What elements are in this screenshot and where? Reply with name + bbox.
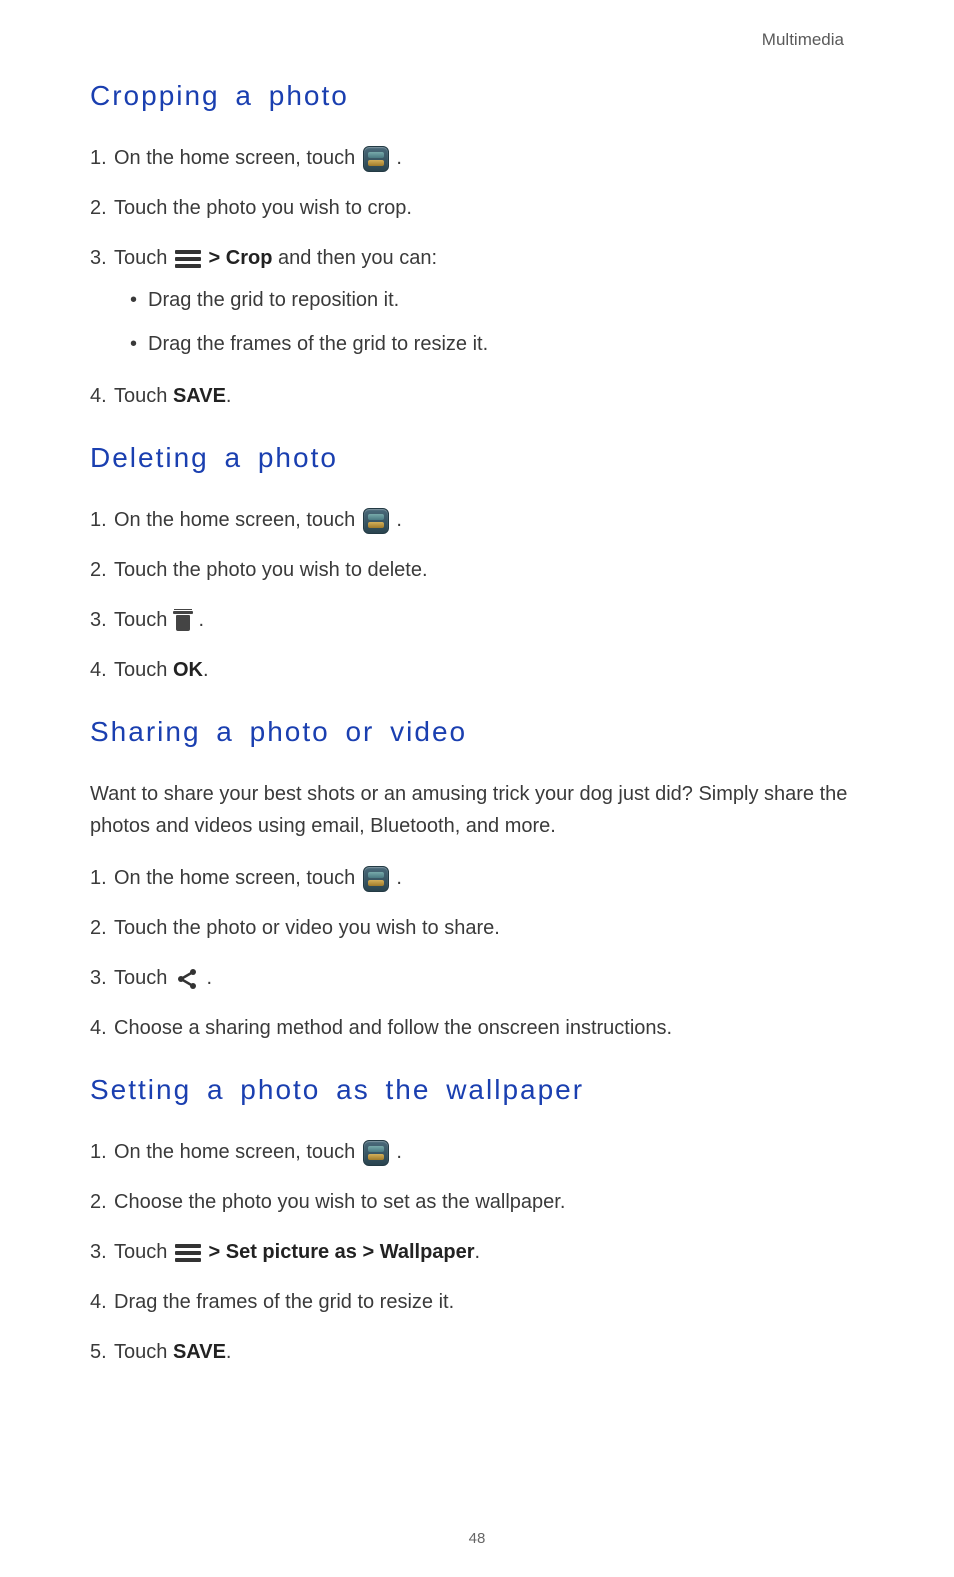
step-item: Drag the frames of the grid to resize it…	[90, 1286, 864, 1318]
step-text-pre: Touch	[114, 659, 173, 681]
step-text-pre: On the home screen, touch	[114, 1141, 361, 1163]
step-item: Touch SAVE.	[90, 380, 864, 412]
steps-cropping: On the home screen, touch . Touch the ph…	[90, 142, 864, 412]
step-item: Touch .	[90, 604, 864, 636]
step-text: Touch the photo you wish to delete.	[114, 559, 428, 581]
sub-list: Drag the grid to reposition it. Drag the…	[130, 282, 864, 362]
step-bold: SAVE	[173, 385, 226, 407]
step-item: Touch .	[90, 962, 864, 994]
step-text-pre: Touch	[114, 247, 173, 269]
section-heading-deleting: Deleting a photo	[90, 442, 864, 474]
step-bold-prefix: >	[209, 247, 226, 269]
step-text-pre: On the home screen, touch	[114, 867, 361, 889]
steps-wallpaper: On the home screen, touch . Choose the p…	[90, 1136, 864, 1368]
page-category-header: Multimedia	[90, 30, 864, 50]
step-item: Choose a sharing method and follow the o…	[90, 1012, 864, 1044]
step-text-post: .	[396, 147, 402, 169]
step-text: Choose the photo you wish to set as the …	[114, 1191, 565, 1213]
step-text-pre: On the home screen, touch	[114, 509, 361, 531]
gallery-app-icon	[363, 508, 389, 534]
step-text-post: .	[207, 967, 213, 989]
trash-icon	[175, 611, 191, 631]
step-bold: Crop	[226, 247, 273, 269]
section-heading-cropping: Cropping a photo	[90, 80, 864, 112]
step-text-post: .	[475, 1241, 481, 1263]
step-text-post: .	[396, 1141, 402, 1163]
section-heading-wallpaper: Setting a photo as the wallpaper	[90, 1074, 864, 1106]
step-text: Choose a sharing method and follow the o…	[114, 1017, 672, 1039]
step-text-pre: Touch	[114, 967, 173, 989]
step-text-post: .	[199, 609, 205, 631]
menu-icon	[175, 1244, 201, 1262]
step-item: On the home screen, touch .	[90, 142, 864, 174]
step-item: Touch the photo or video you wish to sha…	[90, 912, 864, 944]
step-text-pre: On the home screen, touch	[114, 147, 361, 169]
step-item: Touch the photo you wish to crop.	[90, 192, 864, 224]
step-item: Choose the photo you wish to set as the …	[90, 1186, 864, 1218]
section-intro-sharing: Want to share your best shots or an amus…	[90, 778, 864, 842]
step-text-post: and then you can:	[278, 247, 437, 269]
sub-item: Drag the grid to reposition it.	[130, 282, 864, 318]
sub-item: Drag the frames of the grid to resize it…	[130, 326, 864, 362]
step-bold: OK	[173, 659, 203, 681]
step-text-post: .	[203, 659, 209, 681]
step-text-pre: Touch	[114, 609, 173, 631]
step-text-pre: Touch	[114, 1341, 173, 1363]
step-text-post: .	[396, 509, 402, 531]
step-item: Touch > Set picture as > Wallpaper.	[90, 1236, 864, 1268]
step-text: Touch the photo or video you wish to sha…	[114, 917, 500, 939]
step-text-pre: Touch	[114, 385, 173, 407]
step-text-pre: Touch	[114, 1241, 173, 1263]
steps-sharing: On the home screen, touch . Touch the ph…	[90, 862, 864, 1044]
step-text-post: .	[226, 385, 232, 407]
step-bold-prefix: >	[209, 1241, 226, 1263]
section-heading-sharing: Sharing a photo or video	[90, 716, 864, 748]
page-number: 48	[0, 1530, 954, 1547]
gallery-app-icon	[363, 146, 389, 172]
gallery-app-icon	[363, 1140, 389, 1166]
step-item: On the home screen, touch .	[90, 862, 864, 894]
step-item: On the home screen, touch .	[90, 1136, 864, 1168]
gallery-app-icon	[363, 866, 389, 892]
step-text-post: .	[396, 867, 402, 889]
share-icon	[175, 968, 199, 990]
steps-deleting: On the home screen, touch . Touch the ph…	[90, 504, 864, 686]
menu-icon	[175, 250, 201, 268]
step-item: Touch the photo you wish to delete.	[90, 554, 864, 586]
step-item: On the home screen, touch .	[90, 504, 864, 536]
step-bold: SAVE	[173, 1341, 226, 1363]
step-text: Touch the photo you wish to crop.	[114, 197, 412, 219]
step-text: Drag the frames of the grid to resize it…	[114, 1291, 454, 1313]
step-text-post: .	[226, 1341, 232, 1363]
document-page: Multimedia Cropping a photo On the home …	[0, 0, 954, 1577]
step-item: Touch > Crop and then you can: Drag the …	[90, 242, 864, 362]
step-item: Touch SAVE.	[90, 1336, 864, 1368]
step-item: Touch OK.	[90, 654, 864, 686]
step-bold: Set picture as > Wallpaper	[226, 1241, 475, 1263]
